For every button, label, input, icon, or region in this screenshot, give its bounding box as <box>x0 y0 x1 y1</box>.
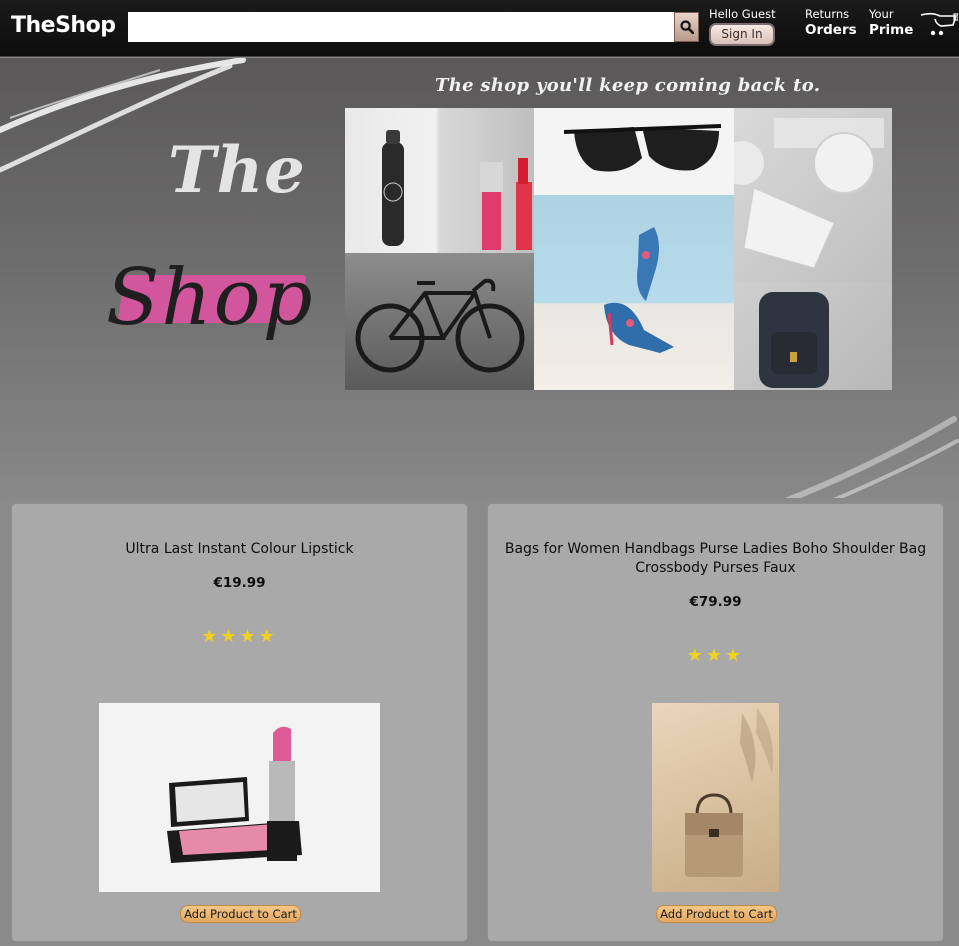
chalk-streak-decoration <box>784 416 959 498</box>
product-card: Bags for Women Handbags Purse Ladies Boh… <box>487 503 944 942</box>
star-rating: ★★★ <box>686 645 745 666</box>
prime-label: Prime <box>869 22 914 38</box>
hero-title-the: The <box>168 133 306 208</box>
hero-title-shop: Shop <box>106 253 315 343</box>
top-nav-bar: TheShop Hello Guest Sign In Returns Orde… <box>0 0 959 57</box>
product-price: €19.99 <box>213 575 266 591</box>
hero-banner: The shop you'll keep coming back to. The… <box>0 58 959 498</box>
search-button[interactable] <box>674 12 699 42</box>
cart-icon[interactable] <box>920 10 958 40</box>
orders-label: Orders <box>805 22 857 38</box>
returns-orders-link[interactable]: Returns Orders <box>805 7 857 39</box>
watch-image <box>734 108 892 282</box>
add-to-cart-button[interactable]: Add Product to Cart <box>180 905 301 923</box>
returns-label: Returns <box>805 7 850 21</box>
site-logo[interactable]: TheShop <box>11 13 116 38</box>
star-rating: ★★★★ <box>201 626 278 647</box>
bicycle-image <box>345 253 534 390</box>
product-title[interactable]: Ultra Last Instant Colour Lipstick <box>26 540 453 559</box>
your-label: Your <box>869 7 894 21</box>
hero-tagline: The shop you'll keep coming back to. <box>435 75 821 96</box>
backpack-image <box>734 282 892 390</box>
sunglasses-image <box>534 108 734 195</box>
product-card: Ultra Last Instant Colour Lipstick €19.9… <box>11 503 468 942</box>
add-to-cart-button[interactable]: Add Product to Cart <box>656 905 777 923</box>
greeting-text: Hello Guest <box>709 7 776 21</box>
your-prime-link[interactable]: Your Prime <box>869 7 913 39</box>
high-heels-image <box>534 195 734 390</box>
product-image-handbag[interactable] <box>652 703 779 892</box>
bottle-lipstick-image <box>345 108 534 253</box>
search-input[interactable] <box>128 12 674 42</box>
search-icon <box>679 20 694 34</box>
product-image-lipstick[interactable] <box>99 703 380 892</box>
product-title[interactable]: Bags for Women Handbags Purse Ladies Boh… <box>502 540 929 578</box>
hero-product-collage <box>345 108 892 390</box>
product-price: €79.99 <box>689 594 742 610</box>
sign-in-button[interactable]: Sign In <box>709 23 775 46</box>
